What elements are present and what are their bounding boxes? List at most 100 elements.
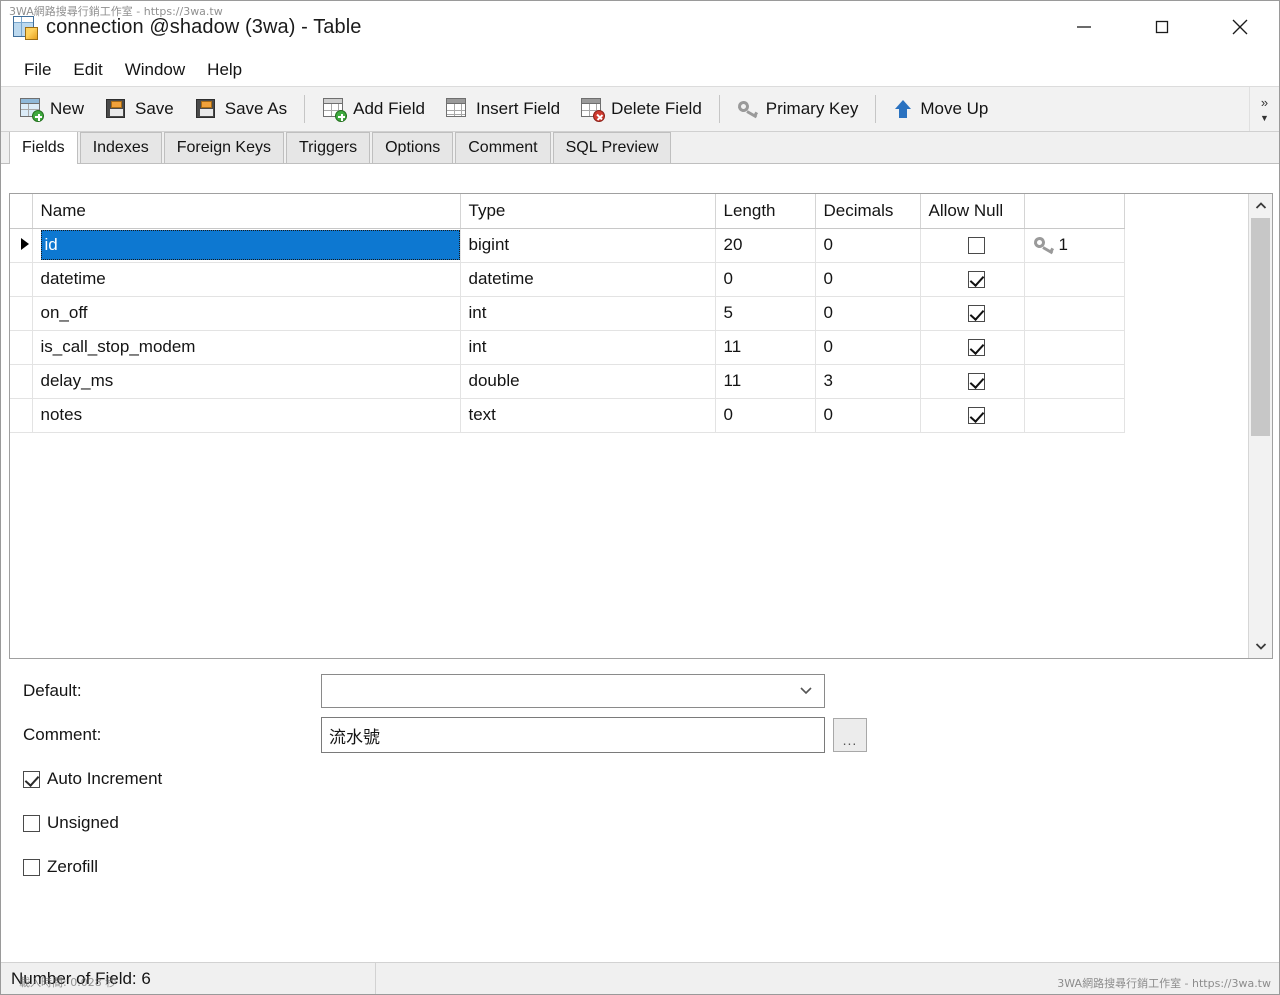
scrollbar-track[interactable] [1249,218,1272,634]
cell-type[interactable]: bigint [460,228,715,262]
cell-name[interactable]: delay_ms [32,364,460,398]
cell-decimals[interactable]: 0 [815,330,920,364]
tab-indexes[interactable]: Indexes [80,132,162,163]
allow-null-checkbox[interactable] [968,305,985,322]
status-bar: Number of Field: 6 [1,962,1280,994]
allow-null-checkbox[interactable] [968,339,985,356]
cell-decimals[interactable]: 3 [815,364,920,398]
tab-options[interactable]: Options [372,132,453,163]
allow-null-checkbox[interactable] [968,373,985,390]
toolbar-button-new[interactable]: New [9,96,94,122]
comment-browse-button[interactable]: ... [833,718,867,752]
menu-item-help[interactable]: Help [196,57,253,83]
cell-allow-null[interactable] [920,364,1024,398]
cell-name[interactable]: id [32,228,460,262]
cell-decimals[interactable]: 0 [815,228,920,262]
cell-decimals[interactable]: 0 [815,398,920,432]
column-header-type[interactable]: Type [460,194,715,228]
cell-type[interactable]: int [460,296,715,330]
maximize-button[interactable] [1123,1,1201,53]
table-row[interactable]: delay_ms double 11 3 [10,364,1124,398]
zerofill-label: Zerofill [47,857,98,877]
allow-null-checkbox[interactable] [968,271,985,288]
toolbar-button-save-as[interactable]: Save As [184,96,297,122]
cell-allow-null[interactable] [920,262,1024,296]
scroll-up-button[interactable] [1249,194,1272,218]
toolbar-button-insert-field[interactable]: Insert Field [435,96,570,122]
zerofill-row[interactable]: Zerofill [1,845,1280,889]
cell-name[interactable]: datetime [32,262,460,296]
toolbar-button-save[interactable]: Save [94,96,184,122]
save-as-icon [194,98,218,120]
tab-sql-preview[interactable]: SQL Preview [553,132,672,163]
unsigned-checkbox[interactable] [23,815,40,832]
comment-input[interactable]: 流水號 [321,717,825,753]
menu-item-file[interactable]: File [13,57,62,83]
unsigned-label: Unsigned [47,813,119,833]
default-combobox[interactable] [321,674,825,708]
tab-comment[interactable]: Comment [455,132,550,163]
tab-foreign-keys[interactable]: Foreign Keys [164,132,284,163]
cell-type[interactable]: int [460,330,715,364]
menu-item-edit[interactable]: Edit [62,57,113,83]
cell-allow-null[interactable] [920,398,1024,432]
toolbar-button-primary-key[interactable]: Primary Key [727,97,869,121]
table-row[interactable]: notes text 0 0 [10,398,1124,432]
column-header-allow-null[interactable]: Allow Null [920,194,1024,228]
cell-name[interactable]: on_off [32,296,460,330]
unsigned-row[interactable]: Unsigned [1,801,1280,845]
cell-name[interactable]: is_call_stop_modem [32,330,460,364]
toolbar-button-delete-field[interactable]: Delete Field [570,96,712,122]
cell-primary-key[interactable] [1024,364,1124,398]
cell-type[interactable]: double [460,364,715,398]
cell-primary-key[interactable] [1024,398,1124,432]
tab-fields[interactable]: Fields [9,131,78,164]
menu-item-window[interactable]: Window [114,57,196,83]
cell-primary-key[interactable] [1024,262,1124,296]
cell-decimals[interactable]: 0 [815,296,920,330]
table-row[interactable]: datetime datetime 0 0 [10,262,1124,296]
table-row[interactable]: on_off int 5 0 [10,296,1124,330]
column-header-name[interactable]: Name [32,194,460,228]
allow-null-checkbox[interactable] [968,407,985,424]
key-icon [1033,236,1055,254]
auto-increment-row[interactable]: Auto Increment [1,757,1280,801]
new-table-icon [19,98,43,120]
auto-increment-checkbox[interactable] [23,771,40,788]
column-header-length[interactable]: Length [715,194,815,228]
cell-primary-key[interactable]: 1 [1024,228,1124,262]
cell-allow-null[interactable] [920,296,1024,330]
toolbar-button-move-up[interactable]: Move Up [883,97,998,121]
cell-type[interactable]: datetime [460,262,715,296]
field-name-editor[interactable]: id [41,230,460,260]
cell-length[interactable]: 11 [715,364,815,398]
cell-name[interactable]: notes [32,398,460,432]
cell-length[interactable]: 0 [715,262,815,296]
cell-length[interactable]: 0 [715,398,815,432]
cell-decimals[interactable]: 0 [815,262,920,296]
cell-type[interactable]: text [460,398,715,432]
table-row[interactable]: is_call_stop_modem int 11 0 [10,330,1124,364]
toolbar-separator [304,95,305,123]
cell-length[interactable]: 11 [715,330,815,364]
vertical-scrollbar[interactable] [1248,194,1272,658]
close-button[interactable] [1201,1,1279,53]
table-row[interactable]: id bigint 20 0 1 [10,228,1124,262]
key-icon [737,100,759,118]
cell-allow-null[interactable] [920,228,1024,262]
column-header-decimals[interactable]: Decimals [815,194,920,228]
cell-primary-key[interactable] [1024,330,1124,364]
scroll-down-button[interactable] [1249,634,1272,658]
cell-allow-null[interactable] [920,330,1024,364]
tab-triggers[interactable]: Triggers [286,132,370,163]
cell-length[interactable]: 20 [715,228,815,262]
toolbar-overflow-button[interactable]: » ▼ [1249,87,1279,131]
allow-null-checkbox[interactable] [968,237,985,254]
scrollbar-thumb[interactable] [1251,218,1270,436]
column-header-key[interactable] [1024,194,1124,228]
zerofill-checkbox[interactable] [23,859,40,876]
cell-length[interactable]: 5 [715,296,815,330]
cell-primary-key[interactable] [1024,296,1124,330]
minimize-button[interactable] [1045,1,1123,53]
toolbar-button-add-field[interactable]: Add Field [312,96,435,122]
